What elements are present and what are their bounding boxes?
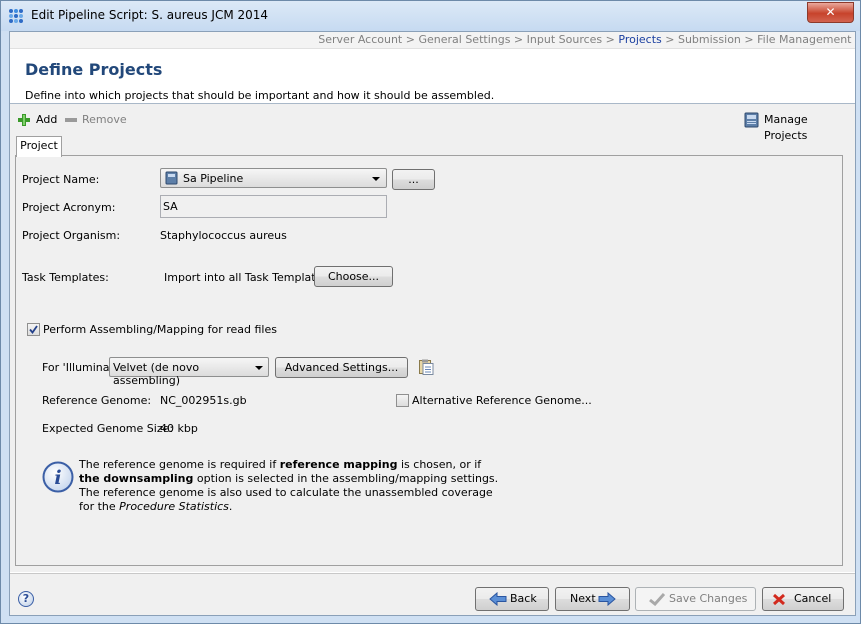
app-icon <box>9 9 23 23</box>
acronym-label: Project Acronym: <box>22 201 116 214</box>
remove-button[interactable]: Remove <box>65 112 135 128</box>
organism-value: Staphylococcus aureus <box>160 229 287 242</box>
breadcrumb-item[interactable]: Input Sources <box>527 33 603 46</box>
tab-project[interactable]: Project <box>16 136 62 157</box>
project-icon <box>744 112 759 128</box>
task-templates-label: Task Templates: <box>22 271 109 284</box>
info-emphasis: reference mapping <box>279 458 398 471</box>
arrow-left-icon <box>489 592 507 606</box>
save-changes-button[interactable]: Save Changes <box>635 587 756 611</box>
breadcrumb-separator: > <box>510 33 527 46</box>
project-name-value: Sa Pipeline <box>183 172 244 185</box>
genome-size-value: 40 kbp <box>160 422 198 435</box>
next-button[interactable]: Next <box>555 587 630 611</box>
add-label: Add <box>36 113 58 126</box>
client-area: Server Account > General Settings > Inpu… <box>9 31 856 616</box>
add-button[interactable]: Add <box>18 112 60 128</box>
page-description: Define into which projects that should b… <box>25 89 495 102</box>
window-close-button[interactable]: ✕ <box>807 2 854 23</box>
plus-icon <box>18 114 30 126</box>
project-tab-panel: Project Name: Sa Pipeline ... Project Ac… <box>15 155 843 566</box>
arrow-right-icon <box>598 592 616 606</box>
info-line2-text: option is selected in the assembling/map… <box>193 472 499 485</box>
acronym-value: SA <box>163 200 178 213</box>
info-emphasis: the downsampling <box>79 472 194 485</box>
footer: ? Back Next Save Changes Cancel <box>10 574 855 615</box>
pipeline-editor-window: Edit Pipeline Script: S. aureus JCM 2014… <box>0 0 861 624</box>
svg-text:i: i <box>54 467 61 489</box>
project-name-label: Project Name: <box>22 173 100 186</box>
breadcrumb-item[interactable]: File Management <box>757 33 851 46</box>
checkmark-icon <box>649 593 665 606</box>
manage-projects-button[interactable]: Manage Projects <box>744 112 848 142</box>
alternative-reference-label: Alternative Reference Genome... <box>412 394 592 407</box>
breadcrumb-item[interactable]: Server Account <box>318 33 402 46</box>
back-label: Back <box>510 592 537 605</box>
alternative-reference-checkbox[interactable] <box>396 394 409 407</box>
project-icon <box>165 171 178 185</box>
chevron-down-icon <box>372 177 380 181</box>
assembler-combo[interactable]: Velvet (de novo assembling) <box>109 357 269 387</box>
choose-templates-button[interactable]: Choose... <box>314 266 393 287</box>
title-bar: Edit Pipeline Script: S. aureus JCM 2014… <box>1 1 860 31</box>
info-line1-text: The reference genome is required if <box>79 458 280 471</box>
back-button[interactable]: Back <box>475 587 549 611</box>
info-line4-end: . <box>228 500 233 513</box>
reference-genome-value: NC_002951s.gb <box>160 394 247 407</box>
save-changes-label: Save Changes <box>669 592 748 605</box>
perform-assembling-checkbox[interactable] <box>27 323 40 336</box>
cancel-button[interactable]: Cancel <box>762 587 844 611</box>
breadcrumb-item[interactable]: Submission <box>678 33 741 46</box>
info-line1-end: is chosen, or if <box>397 458 482 471</box>
import-templates-label: Import into all Task Templates <box>164 271 329 284</box>
breadcrumb-separator: > <box>661 33 678 46</box>
remove-label: Remove <box>82 113 127 126</box>
help-icon[interactable]: ? <box>18 591 34 607</box>
assembler-value: Velvet (de novo assembling) <box>113 361 200 387</box>
breadcrumb-separator: > <box>402 33 419 46</box>
project-name-combo[interactable]: Sa Pipeline <box>160 168 387 188</box>
page-title: Define Projects <box>25 60 163 79</box>
window-title: Edit Pipeline Script: S. aureus JCM 2014 <box>31 8 269 22</box>
breadcrumb: Server Account > General Settings > Inpu… <box>10 32 855 49</box>
breadcrumb-item[interactable]: General Settings <box>418 33 510 46</box>
breadcrumb-separator: > <box>602 33 619 46</box>
reference-genome-label: Reference Genome: <box>42 394 152 407</box>
clipboard-icon[interactable] <box>419 359 434 375</box>
advanced-settings-button[interactable]: Advanced Settings... <box>275 357 408 378</box>
chevron-down-icon <box>255 366 263 370</box>
breadcrumb-separator: > <box>740 33 758 46</box>
info-line3-text: The reference genome is also used to cal… <box>79 486 493 499</box>
breadcrumb-item[interactable]: Projects <box>618 33 661 46</box>
info-text: The reference genome is required if refe… <box>79 458 498 514</box>
for-illumina-label: For 'Illumina': <box>42 361 117 374</box>
next-label: Next <box>570 592 596 605</box>
cancel-label: Cancel <box>794 592 832 605</box>
content-area: Add Remove Manage Projects Project Proje… <box>10 104 855 572</box>
browse-project-button[interactable]: ... <box>392 169 435 190</box>
minus-icon <box>65 118 77 122</box>
organism-label: Project Organism: <box>22 229 121 242</box>
info-italic: Procedure Statistics <box>119 500 229 513</box>
breadcrumb-padding <box>852 33 856 46</box>
close-icon <box>772 593 786 606</box>
checkmark-icon <box>29 325 38 334</box>
genome-size-label: Expected Genome Size: <box>42 422 174 435</box>
perform-assembling-label: Perform Assembling/Mapping for read file… <box>43 323 277 336</box>
manage-projects-label: Manage Projects <box>764 113 808 142</box>
info-icon: i <box>42 461 74 493</box>
acronym-field[interactable]: SA <box>160 195 387 218</box>
info-line4-text: for the <box>79 500 120 513</box>
